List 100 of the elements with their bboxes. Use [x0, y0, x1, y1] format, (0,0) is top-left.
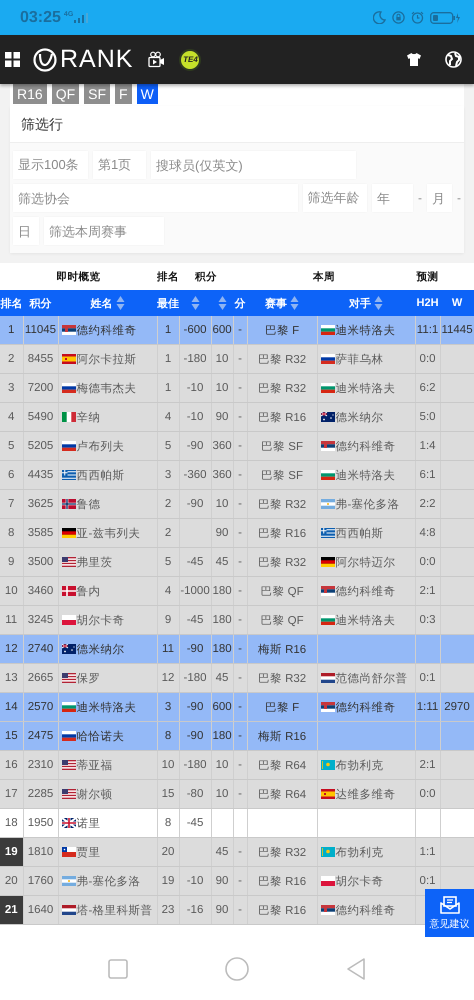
- home-icon[interactable]: [224, 956, 249, 980]
- rank-cell: 11: [0, 606, 23, 634]
- select-field[interactable]: 筛选本周赛事: [44, 217, 164, 245]
- round-tab[interactable]: F: [115, 84, 132, 104]
- sort-icon[interactable]: [218, 295, 227, 311]
- column-header[interactable]: 对手: [349, 296, 372, 310]
- table-cell: 19: [162, 875, 174, 887]
- sort-icon[interactable]: [190, 295, 200, 311]
- player-name: 亚-兹韦列夫: [76, 526, 140, 540]
- logo-icon: [33, 48, 57, 72]
- video-icon[interactable]: [148, 51, 166, 68]
- feedback-button[interactable]: 意见建议: [425, 889, 474, 937]
- table-cell: -: [238, 614, 242, 626]
- flag-icon: [320, 470, 335, 480]
- table-cell: -1000: [180, 585, 210, 597]
- opponent-name: 达维多维奇: [336, 788, 396, 802]
- date-separator: -: [418, 191, 422, 205]
- table-cell: -45: [186, 817, 204, 829]
- select-field[interactable]: 显示100条: [13, 151, 88, 179]
- table-cell: 1: [164, 353, 172, 365]
- table-cell: 1: [164, 324, 172, 336]
- rank-cell: 21: [0, 896, 23, 924]
- table-cell: 90: [216, 904, 228, 916]
- flag-icon: [320, 615, 335, 625]
- status-time: 03:25: [20, 8, 61, 26]
- round-tab[interactable]: W: [136, 84, 158, 104]
- player-name: 西西帕斯: [76, 468, 124, 482]
- flag-icon: [62, 702, 76, 712]
- square-icon[interactable]: [108, 958, 128, 978]
- table-cell: -: [238, 411, 242, 423]
- flag-icon: [320, 905, 335, 915]
- table-cell: 180: [212, 643, 232, 655]
- table-cell: -: [238, 324, 242, 336]
- opponent-name: 西西帕斯: [336, 526, 384, 540]
- table-cell: 2665: [28, 672, 54, 684]
- table-cell: 1: [164, 382, 172, 394]
- table-cell: -: [238, 527, 242, 539]
- flag-icon: [320, 441, 335, 451]
- flag-icon: [320, 412, 335, 422]
- opponent-name: 德米纳尔: [336, 410, 384, 424]
- flag-icon: [62, 760, 76, 770]
- opponent-name: 德约科维奇: [336, 584, 396, 598]
- rank-cell: 4: [0, 402, 23, 432]
- table-cell: 10: [216, 759, 228, 771]
- flag-icon: [62, 354, 76, 364]
- rank-cell: 13: [0, 664, 23, 692]
- flag-icon: [62, 731, 76, 741]
- rank-cell: 9: [0, 548, 23, 576]
- table-cell: 巴黎 R32: [258, 354, 306, 366]
- flag-icon: [320, 702, 335, 712]
- menu-icon[interactable]: [5, 52, 20, 67]
- flag-icon: [62, 644, 76, 654]
- round-tab[interactable]: SF: [84, 84, 110, 104]
- select-field[interactable]: 月: [427, 184, 452, 212]
- table-cell: 11:1: [416, 324, 438, 336]
- table-cell: 90: [216, 527, 228, 539]
- round-tab[interactable]: R16: [13, 84, 47, 104]
- table-cell: 10: [162, 759, 174, 771]
- table-cell: -10: [186, 875, 204, 887]
- table-cell: 0:0: [420, 788, 436, 800]
- table-cell: 45: [216, 846, 228, 858]
- player-name: 德约科维奇: [76, 324, 136, 338]
- table-cell: 2740: [28, 643, 54, 655]
- player-name: 迪米特洛夫: [76, 700, 136, 714]
- opponent-name: 弗-塞伦多洛: [336, 497, 400, 512]
- sort-icon[interactable]: [290, 295, 300, 311]
- column-header[interactable]: 赛事: [265, 296, 288, 310]
- table-cell: -: [238, 498, 242, 510]
- moon-icon: [373, 11, 386, 24]
- sort-icon[interactable]: [374, 295, 384, 311]
- table-cell: -: [238, 440, 242, 452]
- table-cell: 巴黎 R16: [258, 876, 306, 888]
- table-cell: 600: [212, 701, 232, 713]
- table-cell: -: [238, 788, 242, 800]
- sort-icon[interactable]: [116, 295, 125, 311]
- table-cell: 8: [164, 817, 172, 829]
- group-header: 排名: [157, 270, 180, 282]
- globe-icon[interactable]: [445, 51, 462, 68]
- input-field[interactable]: 搜球员(仅英文): [151, 151, 356, 179]
- column-header[interactable]: 姓名: [90, 296, 113, 310]
- round-tab[interactable]: QF: [52, 84, 80, 104]
- table-cell: 0:0: [420, 353, 436, 365]
- back-icon[interactable]: [346, 956, 366, 980]
- age-label: 筛选年龄: [302, 184, 367, 212]
- table-cell: 4435: [28, 469, 54, 481]
- opponent-name: 范德尚舒尔普: [336, 671, 408, 686]
- select-field[interactable]: 第1页: [93, 151, 146, 179]
- te4-badge[interactable]: TE4: [179, 48, 202, 70]
- select-field[interactable]: 年: [372, 184, 413, 212]
- rank-cell: 10: [0, 576, 23, 606]
- rank-cell: 15: [0, 722, 23, 750]
- table-cell: 360: [212, 469, 232, 481]
- rank-cell: 12: [0, 634, 23, 664]
- input-field[interactable]: 筛选协会: [13, 184, 298, 212]
- column-header[interactable]: W: [452, 297, 462, 309]
- table-cell: 10: [216, 498, 228, 510]
- select-field[interactable]: 日: [13, 217, 39, 245]
- shirt-icon[interactable]: [407, 53, 421, 66]
- rank-cell: 1: [0, 316, 23, 344]
- player-name: 德米纳尔: [76, 642, 124, 656]
